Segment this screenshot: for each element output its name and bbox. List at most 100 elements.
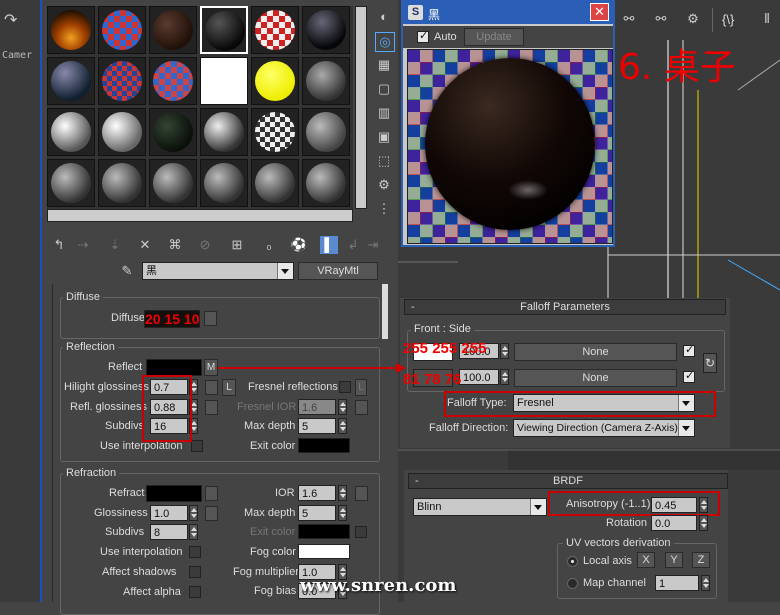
go-to-parent-icon[interactable]: ↲ <box>344 236 362 254</box>
named-selection-button[interactable]: {\} <box>722 12 734 27</box>
hilight-map-button[interactable] <box>205 380 218 395</box>
mirror-icon[interactable]: ⫴ <box>758 10 776 28</box>
affect-shadows-checkbox[interactable] <box>189 566 201 578</box>
refraction-exit-color-swatch[interactable] <box>298 524 350 539</box>
sample-slot[interactable] <box>149 6 197 54</box>
fresnel-lock-button[interactable]: L <box>355 379 367 396</box>
uv-tiling-icon[interactable]: ▢ <box>375 80 393 98</box>
select-by-material-icon[interactable]: ⚙ <box>375 176 393 194</box>
fresnel-ior-input[interactable]: 1.6 <box>298 399 336 415</box>
fresnel-ior-spinner[interactable] <box>338 399 347 415</box>
sample-slot[interactable] <box>200 6 248 54</box>
fresnel-reflections-checkbox[interactable] <box>339 381 351 393</box>
sample-slot[interactable] <box>302 6 350 54</box>
front-amount-spinner[interactable] <box>500 343 509 359</box>
refraction-max-depth-input[interactable]: 5 <box>298 505 336 521</box>
sample-slot[interactable] <box>302 159 350 207</box>
refract-map-button[interactable] <box>205 486 218 501</box>
max-depth-input[interactable]: 5 <box>298 418 336 434</box>
sample-slot[interactable] <box>200 57 248 105</box>
glossiness-spinner[interactable] <box>189 505 198 521</box>
front-map-button[interactable]: None <box>514 343 677 361</box>
glossiness-map-button[interactable] <box>205 506 218 521</box>
show-map-icon[interactable]: ⚽ <box>290 236 308 254</box>
sample-slot[interactable] <box>47 6 95 54</box>
sample-slot[interactable] <box>302 57 350 105</box>
map-channel-spinner[interactable] <box>701 575 710 591</box>
percent-snap-icon[interactable]: ⚙ <box>684 10 702 28</box>
sample-slot[interactable] <box>251 57 299 105</box>
options-icon[interactable]: ⬚ <box>375 152 393 170</box>
chevron-down-icon[interactable] <box>678 420 694 436</box>
local-axis-radio[interactable] <box>567 556 578 567</box>
reflect-color-swatch[interactable] <box>146 359 202 376</box>
show-end-result-icon[interactable]: ▌ <box>320 236 338 254</box>
chevron-down-icon[interactable] <box>530 499 546 515</box>
put-to-scene-icon[interactable]: ⇢ <box>74 236 92 254</box>
lock-hilight-button[interactable]: L <box>222 379 236 396</box>
falloff-rollout-header[interactable]: - Falloff Parameters <box>404 299 726 315</box>
pick-material-icon[interactable]: ✎ <box>118 262 136 280</box>
axis-y-button[interactable]: Y <box>665 552 683 568</box>
sample-slot[interactable] <box>200 159 248 207</box>
sample-slot[interactable] <box>47 108 95 156</box>
refraction-max-depth-spinner[interactable] <box>338 505 347 521</box>
go-forward-icon[interactable]: ⇥ <box>364 236 382 254</box>
material-navigator-icon[interactable]: ⋮ <box>375 200 393 218</box>
refract-color-swatch[interactable] <box>146 485 202 502</box>
background-icon[interactable]: ▦ <box>375 56 393 74</box>
sample-slot[interactable] <box>149 57 197 105</box>
refraction-subdivs-input[interactable]: 8 <box>150 524 188 540</box>
angle-snap-icon[interactable]: ⚯ <box>652 10 670 28</box>
sample-slot[interactable] <box>149 108 197 156</box>
sample-type-icon[interactable]: ◐ <box>375 8 393 26</box>
get-material-icon[interactable]: ↰ <box>50 236 68 254</box>
material-name-field[interactable]: 黑 <box>142 262 294 280</box>
refraction-subdivs-spinner[interactable] <box>189 524 198 540</box>
copy-material-icon[interactable]: ⌘ <box>166 236 184 254</box>
sample-slot[interactable] <box>98 57 146 105</box>
sample-slot[interactable] <box>302 108 350 156</box>
sample-slot[interactable] <box>47 57 95 105</box>
sample-slot[interactable] <box>98 159 146 207</box>
close-icon[interactable]: ✕ <box>590 3 609 21</box>
redo-icon[interactable]: ↷ <box>4 10 26 32</box>
side-map-button[interactable]: None <box>514 369 677 387</box>
axis-x-button[interactable]: X <box>637 552 655 568</box>
update-button[interactable]: Update <box>464 28 524 46</box>
rollout-scrollbar[interactable] <box>382 284 388 339</box>
falloff-direction-dropdown[interactable]: Viewing Direction (Camera Z-Axis) <box>513 419 695 437</box>
auto-checkbox[interactable] <box>417 29 429 43</box>
left-viewport[interactable] <box>0 0 42 602</box>
side-amount-spinner[interactable] <box>500 369 509 385</box>
sample-slot[interactable] <box>251 6 299 54</box>
make-preview-icon[interactable]: ▣ <box>375 128 393 146</box>
reset-icon[interactable]: ✕ <box>136 236 154 254</box>
max-depth-spinner[interactable] <box>338 418 347 434</box>
material-id-icon[interactable]: ₀ <box>260 236 278 254</box>
ior-spinner[interactable] <box>338 485 347 501</box>
video-check-icon[interactable]: ▥ <box>375 104 393 122</box>
sample-slot[interactable] <box>47 159 95 207</box>
front-map-checkbox[interactable] <box>683 343 695 357</box>
swap-colors-icon[interactable]: ↻ <box>703 353 717 373</box>
brdf-model-dropdown[interactable]: Blinn <box>413 498 547 516</box>
sample-slot[interactable] <box>251 159 299 207</box>
material-type-button[interactable]: VRayMtl <box>298 262 378 280</box>
refraction-exit-color-checkbox[interactable] <box>355 526 367 538</box>
sample-slot[interactable] <box>200 108 248 156</box>
sample-slot[interactable] <box>98 6 146 54</box>
slots-vertical-scrollbar[interactable] <box>355 6 367 209</box>
side-map-checkbox[interactable] <box>683 369 695 383</box>
side-amount-input[interactable]: 100.0 <box>459 369 499 385</box>
use-interpolation-checkbox[interactable] <box>191 440 203 452</box>
axis-z-button[interactable]: Z <box>692 552 710 568</box>
diffuse-map-button[interactable] <box>204 311 217 326</box>
put-to-library-icon[interactable]: ⊞ <box>228 236 246 254</box>
reflect-map-button[interactable]: M <box>204 359 218 376</box>
backlight-icon[interactable]: ◎ <box>375 32 395 52</box>
brdf-rollout-header[interactable]: - BRDF <box>408 473 728 489</box>
refl-glossiness-map-button[interactable] <box>205 400 218 415</box>
fresnel-ior-map-button[interactable] <box>355 400 368 415</box>
map-channel-radio[interactable] <box>567 578 578 589</box>
